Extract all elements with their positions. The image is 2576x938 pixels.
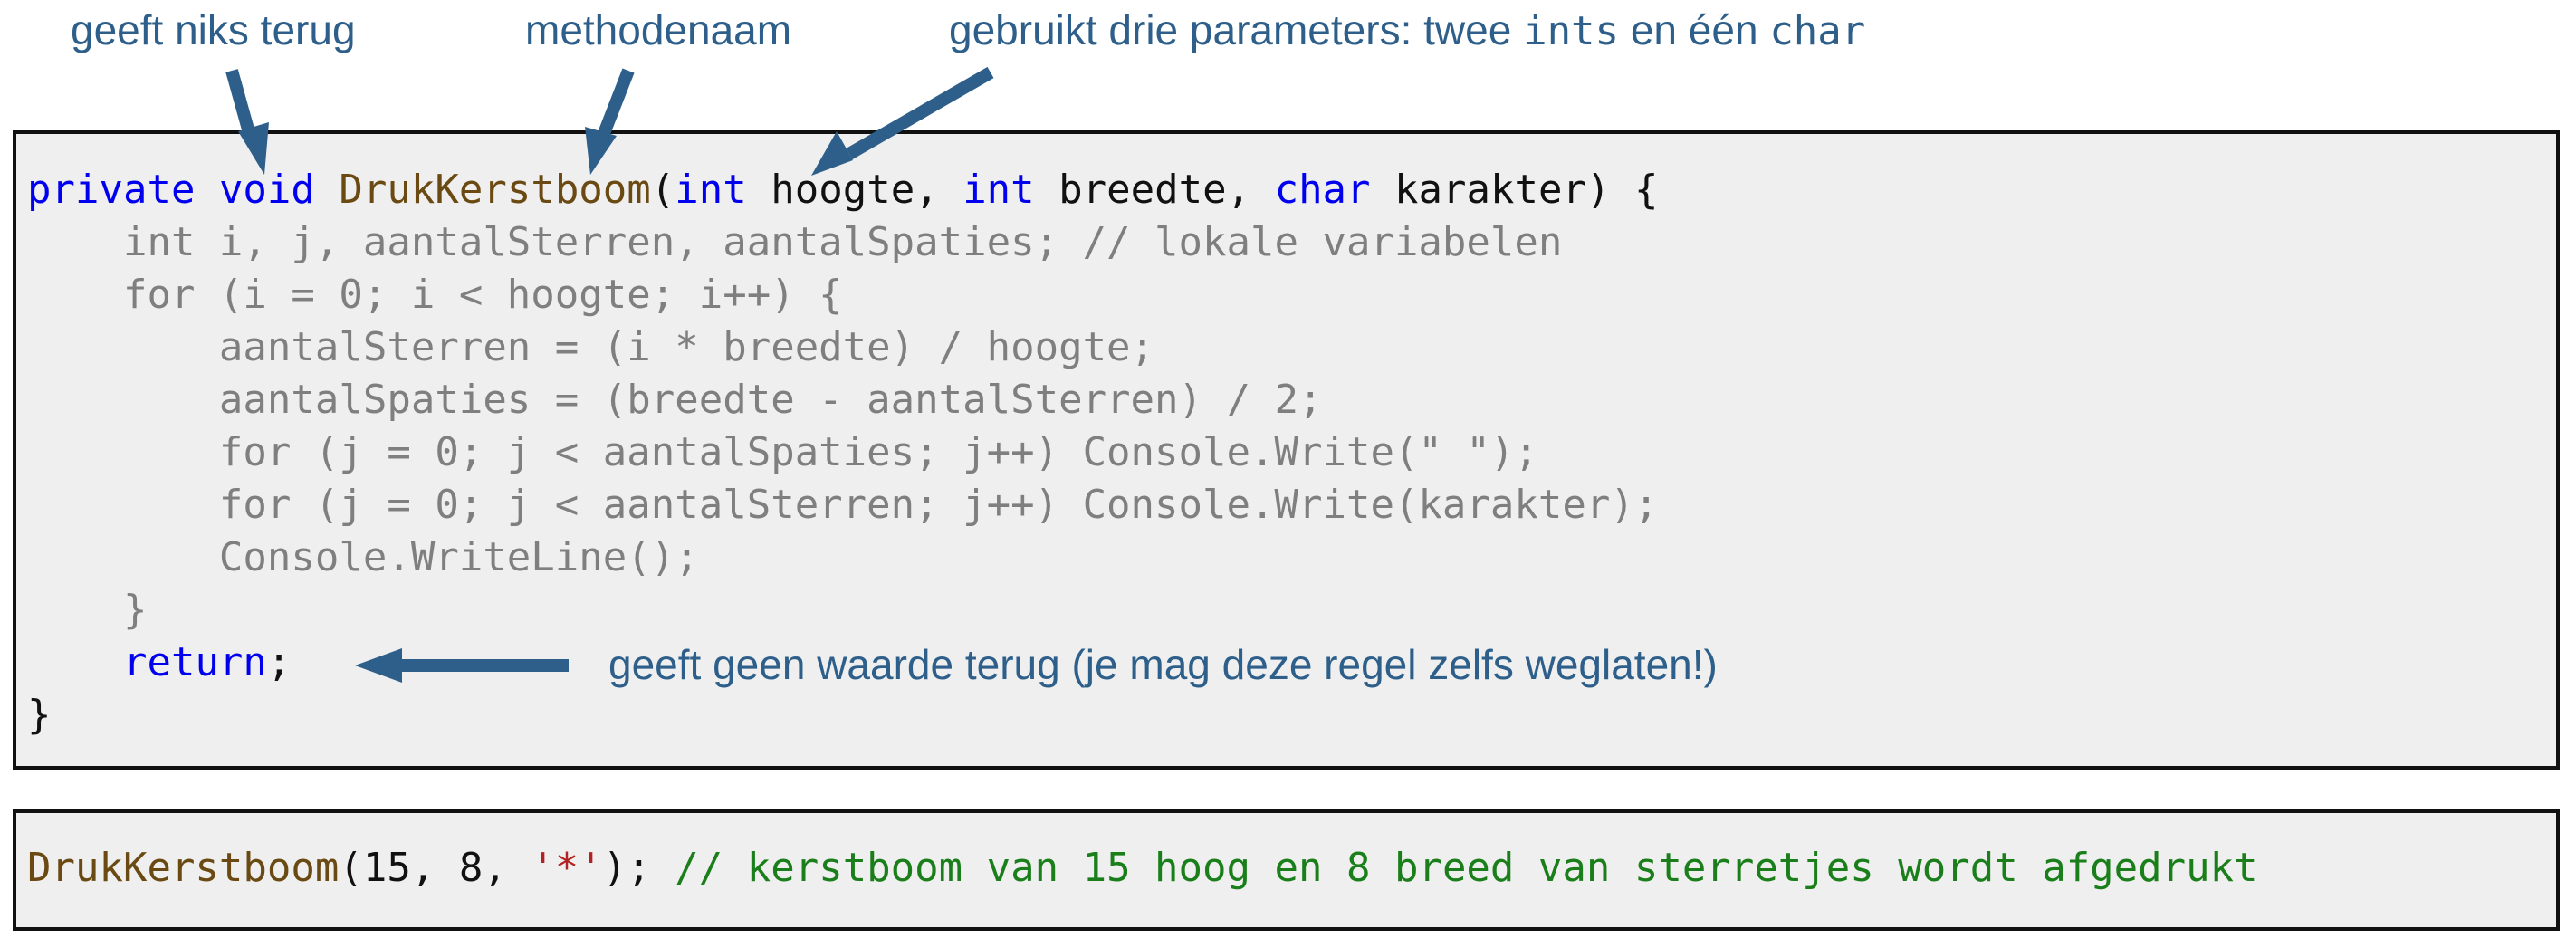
params-arrowhead	[811, 131, 853, 176]
void-arrow	[225, 69, 256, 138]
void-arrowhead	[238, 122, 269, 175]
params-arrow	[846, 66, 994, 160]
annotation-arrows	[225, 66, 994, 683]
method-name-arrowhead	[585, 127, 617, 175]
return-arrowhead	[355, 648, 402, 683]
method-name-arrow	[597, 68, 635, 139]
